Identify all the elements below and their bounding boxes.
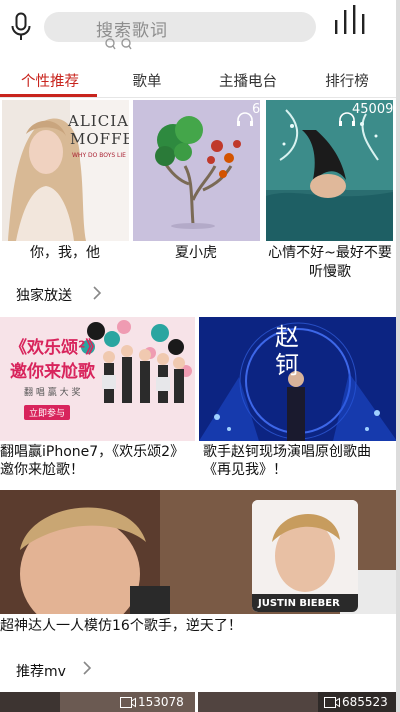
cover-artist-last: MOFFET <box>70 130 129 148</box>
cover-album-title: WHY DO BOYS LIE <box>72 152 126 159</box>
video-icon <box>324 697 340 708</box>
playlist-cover[interactable]: ALICIA MOFFET WHY DO BOYS LIE <box>2 100 129 241</box>
cover-artist-first: ALICIA <box>68 112 129 130</box>
tab-divider <box>0 97 400 98</box>
exclusive-caption[interactable]: 翻唱赢iPhone7，《欢乐颂2》邀你来尬歌！ <box>0 443 196 479</box>
now-playing-icon[interactable] <box>334 4 370 36</box>
banner-join-button[interactable]: 立即参与 <box>24 405 71 420</box>
play-count: 6 <box>252 102 261 117</box>
overlay-label: JUSTIN BIEBER <box>258 598 340 609</box>
section-title-exclusive[interactable]: 独家放送 <box>16 285 72 305</box>
microphone-icon[interactable] <box>10 12 32 42</box>
mv-thumbnail[interactable]: 153078 <box>0 692 195 712</box>
overlay-photo-card <box>252 500 358 612</box>
banner-subheadline: 邀你来尬歌 <box>10 362 95 382</box>
exclusive-banner[interactable]: 赵钶 <box>199 317 397 441</box>
exclusive-caption[interactable]: 歌手赵钶现场演唱原创歌曲《再见我》！ <box>203 443 393 479</box>
mv-play-count: 685523 <box>342 695 388 709</box>
overlay-portrait <box>252 500 358 612</box>
scroll-edge <box>396 0 400 712</box>
playlist-title[interactable]: 心情不好~最好不要听慢歌 <box>266 244 394 282</box>
tab-recommend[interactable]: 个性推荐 <box>0 70 100 91</box>
chevron-right-icon[interactable] <box>92 285 102 301</box>
chevron-right-icon[interactable] <box>82 660 92 676</box>
playlist-title[interactable]: 夏小虎 <box>131 244 261 263</box>
banner-singer-name: 赵钶 <box>275 323 299 379</box>
tab-bar: 个性推荐 歌单 主播电台 排行榜 <box>0 64 400 98</box>
video-icon <box>120 697 136 708</box>
mv-play-count: 153078 <box>138 695 184 709</box>
search-input[interactable] <box>44 12 316 42</box>
play-count: 45009 <box>352 102 394 117</box>
section-title-mv[interactable]: 推荐mv <box>16 661 66 681</box>
cover-photo-water <box>266 100 393 241</box>
exclusive-wide-caption[interactable]: 超神达人一人模仿16个歌手，逆天了！ <box>0 617 397 635</box>
search-icon <box>105 38 132 50</box>
banner-headline: 《欢乐颂²》 <box>10 338 103 358</box>
playlist-cover[interactable] <box>266 100 393 241</box>
mv-thumbnail[interactable]: 685523 <box>198 692 396 712</box>
banner-tagline: 翻 唱 赢 大 奖 <box>24 388 81 398</box>
tab-radio[interactable]: 主播电台 <box>198 70 298 91</box>
tab-playlists[interactable]: 歌单 <box>97 70 197 91</box>
tab-charts[interactable]: 排行榜 <box>297 70 397 91</box>
playlist-title[interactable]: 你，我，他 <box>0 244 130 263</box>
exclusive-banner[interactable]: 《欢乐颂²》 邀你来尬歌 翻 唱 赢 大 奖 立即参与 <box>0 317 195 441</box>
exclusive-wide-banner[interactable]: JUSTIN BIEBER <box>0 490 397 614</box>
